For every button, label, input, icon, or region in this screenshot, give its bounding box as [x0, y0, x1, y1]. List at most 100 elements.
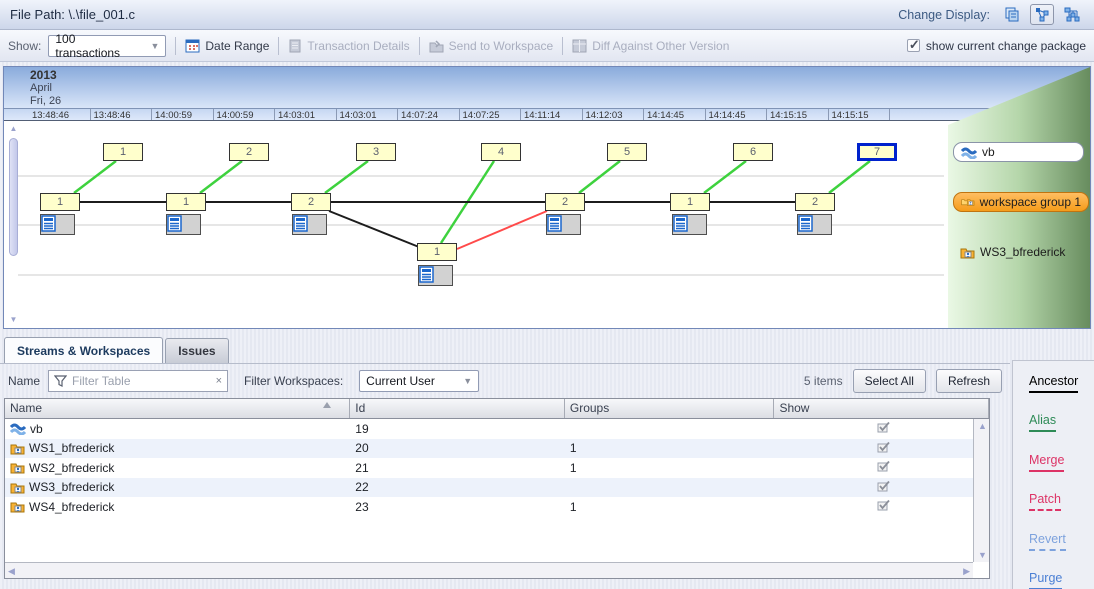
lane-label-group[interactable]: workspace group 1: [953, 192, 1089, 212]
transaction-node[interactable]: 9: [672, 214, 707, 235]
transaction-node[interactable]: 5: [40, 214, 75, 235]
filter-table-input[interactable]: [72, 374, 211, 388]
stream-tree-display-button[interactable]: [1060, 4, 1084, 25]
version-node[interactable]: 2: [229, 143, 269, 161]
scroll-down-icon[interactable]: ▼: [7, 315, 20, 326]
timeline-date-block: 2013 April Fri, 26: [30, 69, 61, 108]
column-header-show[interactable]: Show: [774, 399, 989, 418]
show-checkbox[interactable]: [877, 499, 891, 514]
timeline-tick: 14:00:59: [152, 109, 214, 120]
transaction-node[interactable]: 6: [166, 214, 201, 235]
show-checkbox[interactable]: [877, 441, 891, 456]
calendar-icon: [185, 39, 200, 53]
transaction-node[interactable]: 8: [418, 265, 453, 286]
transaction-icon: [293, 215, 308, 232]
diff-icon: [572, 39, 587, 53]
transaction-icon: [547, 215, 562, 232]
version-node[interactable]: 2: [795, 193, 835, 211]
show-checkbox[interactable]: [877, 460, 891, 475]
version-graph-canvas: ▲ ▼ 1 2 3 4 5 6 7 1 1 2 2 1 2 1 5 6 7 7 9 9 8: [4, 122, 1090, 328]
clear-filter-icon[interactable]: ×: [216, 375, 222, 387]
change-package-display-button[interactable]: [1000, 4, 1024, 25]
lane-label-text: WS3_bfrederick: [980, 245, 1065, 259]
timeline-tick: 13:48:46: [29, 109, 91, 120]
transactions-count-dropdown[interactable]: 100 transactions ▼: [48, 35, 166, 57]
filter-workspaces-dropdown[interactable]: Current User ▼: [359, 370, 479, 392]
version-graph-display-button[interactable]: [1030, 4, 1054, 25]
checked-icon: [877, 499, 891, 511]
scroll-down-icon[interactable]: ▼: [978, 550, 987, 560]
name-cell: vb: [5, 419, 350, 439]
show-checkbox[interactable]: [877, 480, 891, 495]
table-row[interactable]: vb19: [5, 419, 989, 439]
table-row[interactable]: WS4_bfrederick231: [5, 497, 989, 517]
transaction-node[interactable]: 7: [546, 214, 581, 235]
chevron-down-icon: ▼: [455, 376, 472, 386]
graph-scrollbar-thumb[interactable]: [9, 138, 18, 256]
column-header-groups[interactable]: Groups: [565, 399, 775, 418]
scroll-right-icon[interactable]: ▶: [963, 566, 970, 577]
scroll-left-icon[interactable]: ◀: [8, 566, 15, 577]
transaction-details-button[interactable]: Transaction Details: [288, 39, 409, 53]
version-node[interactable]: 2: [545, 193, 585, 211]
stream-icon: [961, 146, 977, 159]
show-checkbox[interactable]: [877, 421, 891, 436]
timeline-header: 2013 April Fri, 26: [4, 67, 1090, 108]
tab-streams-workspaces[interactable]: Streams & Workspaces: [4, 337, 163, 363]
refresh-button[interactable]: Refresh: [936, 369, 1002, 393]
version-node[interactable]: 6: [733, 143, 773, 161]
alias-edge: [74, 161, 116, 193]
graph-vertical-scrollbar[interactable]: ▲ ▼: [7, 124, 20, 326]
show-label: Show:: [8, 39, 41, 53]
version-node[interactable]: 1: [166, 193, 206, 211]
timeline-tick: 14:14:45: [644, 109, 706, 120]
column-header-name[interactable]: Name: [5, 399, 350, 418]
lane-label-stream[interactable]: vb: [953, 142, 1084, 162]
chevron-down-icon: ▼: [142, 41, 159, 51]
checked-icon: [877, 460, 891, 472]
send-to-workspace-button[interactable]: Send to Workspace: [429, 39, 554, 53]
table-row[interactable]: WS2_bfrederick211: [5, 458, 989, 478]
version-node[interactable]: 2: [291, 193, 331, 211]
column-header-id[interactable]: Id: [350, 399, 565, 418]
timeline-tick: 14:15:15: [829, 109, 891, 120]
transaction-node[interactable]: 7: [292, 214, 327, 235]
scroll-up-icon[interactable]: ▲: [978, 421, 987, 431]
table-row[interactable]: WS1_bfrederick201: [5, 439, 989, 459]
table-horizontal-scrollbar[interactable]: ◀ ▶: [5, 562, 973, 578]
version-node[interactable]: 1: [670, 193, 710, 211]
version-node[interactable]: 1: [40, 193, 80, 211]
transaction-node[interactable]: 9: [797, 214, 832, 235]
diff-against-other-version-button[interactable]: Diff Against Other Version: [572, 39, 729, 53]
version-node[interactable]: 7: [857, 143, 897, 161]
workspace-icon: [10, 481, 25, 494]
groups-cell: 1: [565, 439, 775, 459]
checked-icon: [877, 421, 891, 433]
change-display-group: Change Display:: [898, 4, 1084, 25]
version-node[interactable]: 3: [356, 143, 396, 161]
select-all-button[interactable]: Select All: [853, 369, 926, 393]
table-vertical-scrollbar[interactable]: ▲ ▼: [973, 419, 989, 562]
toolbar-separator: [562, 37, 563, 55]
version-node[interactable]: 1: [103, 143, 143, 161]
tab-issues[interactable]: Issues: [165, 338, 228, 363]
timeline-day: Fri, 26: [30, 95, 61, 108]
name-cell: WS1_bfrederick: [5, 439, 350, 459]
scroll-up-icon[interactable]: ▲: [7, 124, 20, 135]
date-range-button[interactable]: Date Range: [185, 39, 269, 53]
table-row[interactable]: WS3_bfrederick22: [5, 478, 989, 498]
workspace-icon: [960, 246, 975, 259]
version-node[interactable]: 4: [481, 143, 521, 161]
timeline-tick: 14:15:15: [767, 109, 829, 120]
row-name: WS3_bfrederick: [29, 480, 114, 494]
timeline-tick: 14:03:01: [337, 109, 399, 120]
filter-table-box: ×: [48, 370, 228, 392]
lane-label-workspace[interactable]: WS3_bfrederick: [953, 242, 1072, 262]
change-package-checkbox[interactable]: [907, 39, 920, 52]
version-node[interactable]: 5: [607, 143, 647, 161]
show-cell: [774, 458, 989, 478]
version-node[interactable]: 1: [417, 243, 457, 261]
name-cell: WS3_bfrederick: [5, 478, 350, 498]
change-display-label: Change Display:: [898, 8, 990, 22]
diff-label: Diff Against Other Version: [592, 39, 729, 53]
